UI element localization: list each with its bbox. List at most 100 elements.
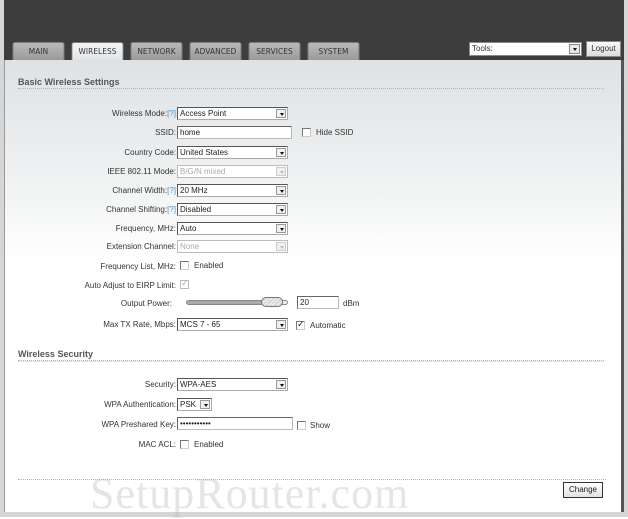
country-code-label: Country Code: [124, 148, 176, 157]
row-auto-adjust: Auto Adjust to EIRP Limit: [0, 279, 176, 293]
row-ssid: SSID: [0, 126, 176, 140]
extension-channel-value: None [180, 242, 200, 251]
max-tx-rate-label: Max TX Rate, Mbps: [103, 320, 176, 329]
output-power-slider-handle[interactable] [261, 297, 283, 307]
tab-network[interactable]: NETWORK [130, 42, 183, 60]
ssid-label: SSID: [155, 128, 176, 137]
output-power-input[interactable]: 20 [297, 296, 339, 309]
mac-acl-checkbox[interactable] [180, 440, 189, 449]
mac-acl-enabled-label: Enabled [194, 440, 224, 449]
channel-width-value: 20 MHz [180, 186, 208, 195]
wireless-mode-help-link[interactable]: [?] [167, 109, 176, 118]
wireless-mode-value: Access Point [180, 109, 227, 118]
footer-divider [18, 479, 606, 481]
chevron-down-icon[interactable] [276, 186, 286, 195]
section-title-basic: Basic Wireless Settings [18, 77, 120, 87]
row-security: Security: [0, 378, 176, 392]
automatic-tx-rate-checkbox[interactable] [296, 319, 305, 330]
chevron-down-icon [276, 242, 286, 251]
channel-shifting-help-link[interactable]: [?] [167, 205, 176, 214]
wpa-key-label: WPA Preshared Key: [101, 420, 176, 429]
frequency-list-enabled-label: Enabled [194, 261, 224, 270]
hide-ssid-checkbox[interactable] [302, 128, 311, 137]
wireless-mode-label: Wireless Mode: [111, 109, 168, 118]
auto-adjust-checkbox [180, 278, 189, 289]
chevron-down-icon[interactable] [200, 400, 210, 409]
row-wireless-mode: Wireless Mode:[?] [0, 107, 176, 121]
channel-width-select[interactable]: 20 MHz [177, 184, 288, 197]
chevron-down-icon[interactable] [276, 109, 286, 118]
chevron-down-icon[interactable] [276, 224, 286, 233]
country-code-value: United States [180, 148, 229, 157]
row-extension-channel: Extension Channel: [0, 240, 176, 254]
row-channel-width: Channel Width:[?] [0, 184, 176, 198]
frequency-list-checkbox[interactable] [180, 261, 189, 270]
tools-select-value: Tools: [472, 44, 493, 53]
security-select[interactable]: WPA-AES [177, 378, 288, 391]
tools-select[interactable]: Tools: [469, 42, 582, 56]
row-country-code: Country Code: [0, 146, 176, 160]
channel-width-help-link[interactable]: [?] [167, 186, 176, 195]
row-wpa-auth: WPA Authentication: [0, 398, 176, 412]
row-max-tx-rate: Max TX Rate, Mbps: [0, 318, 176, 332]
chevron-down-icon[interactable] [569, 44, 580, 54]
tab-advanced[interactable]: ADVANCED [189, 42, 242, 60]
row-wpa-key: WPA Preshared Key: [0, 418, 176, 432]
channel-shifting-select[interactable]: Disabled [177, 203, 288, 216]
channel-shifting-value: Disabled [180, 205, 212, 214]
ieee-mode-label: IEEE 802.11 Mode: [107, 167, 176, 176]
wireless-mode-select[interactable]: Access Point [177, 107, 288, 120]
wpa-key-input[interactable]: ••••••••••• [177, 417, 293, 430]
wpa-auth-select[interactable]: PSK [177, 398, 212, 411]
row-ieee-mode: IEEE 802.11 Mode: [0, 165, 176, 179]
extension-channel-select: None [177, 240, 288, 253]
output-power-slider-fill [187, 301, 272, 304]
output-power-label: Output Power: [120, 299, 172, 308]
channel-shifting-label: Channel Shifting: [106, 205, 168, 214]
row-channel-shifting: Channel Shifting:[?] [0, 203, 176, 217]
row-output-power: Output Power: [0, 297, 172, 311]
auto-adjust-label: Auto Adjust to EIRP Limit: [84, 281, 176, 290]
chevron-down-icon[interactable] [276, 320, 286, 329]
logout-button[interactable]: Logout [586, 41, 621, 57]
ieee-mode-select: B/G/N mixed [177, 165, 288, 178]
automatic-tx-rate-label: Automatic [310, 321, 346, 330]
chevron-down-icon[interactable] [276, 205, 286, 214]
section-divider [18, 360, 604, 362]
show-key-label: Show [310, 421, 331, 430]
hide-ssid-label: Hide SSID [316, 128, 354, 137]
chevron-down-icon[interactable] [276, 380, 286, 389]
main-nav-tabs: MAIN WIRELESS NETWORK ADVANCED SERVICES … [10, 42, 364, 61]
frequency-value: Auto [180, 224, 197, 233]
change-button[interactable]: Change [563, 482, 603, 498]
output-power-unit: dBm [343, 299, 360, 308]
frequency-select[interactable]: Auto [177, 222, 288, 235]
max-tx-rate-value: MCS 7 - 65 [180, 320, 221, 329]
ssid-input[interactable]: home [177, 126, 292, 139]
row-frequency: Frequency, MHz: [0, 222, 176, 236]
section-title-security: Wireless Security [18, 349, 93, 359]
row-frequency-list: Frequency List, MHz: [0, 260, 176, 274]
chevron-down-icon [276, 167, 286, 176]
channel-width-label: Channel Width: [112, 186, 168, 195]
country-code-select[interactable]: United States [177, 146, 288, 159]
frequency-label: Frequency, MHz: [115, 224, 176, 233]
ieee-mode-value: B/G/N mixed [180, 167, 226, 176]
max-tx-rate-select[interactable]: MCS 7 - 65 [177, 318, 288, 331]
tab-main[interactable]: MAIN [12, 42, 65, 60]
security-value: WPA-AES [180, 380, 217, 389]
chevron-down-icon[interactable] [276, 148, 286, 157]
wpa-auth-value: PSK [180, 400, 197, 409]
frequency-list-label: Frequency List, MHz: [100, 262, 176, 271]
row-mac-acl: MAC ACL: [0, 438, 176, 452]
output-power-slider[interactable] [186, 297, 288, 307]
section-divider [18, 88, 604, 90]
tab-wireless[interactable]: WIRELESS [71, 42, 124, 61]
tab-services[interactable]: SERVICES [248, 42, 301, 60]
watermark: SetupRouter.com [90, 469, 410, 518]
security-label: Security: [144, 380, 176, 389]
show-key-checkbox[interactable] [297, 421, 306, 430]
wpa-auth-label: WPA Authentication: [104, 400, 176, 409]
extension-channel-label: Extension Channel: [106, 242, 176, 251]
tab-system[interactable]: SYSTEM [307, 42, 360, 60]
